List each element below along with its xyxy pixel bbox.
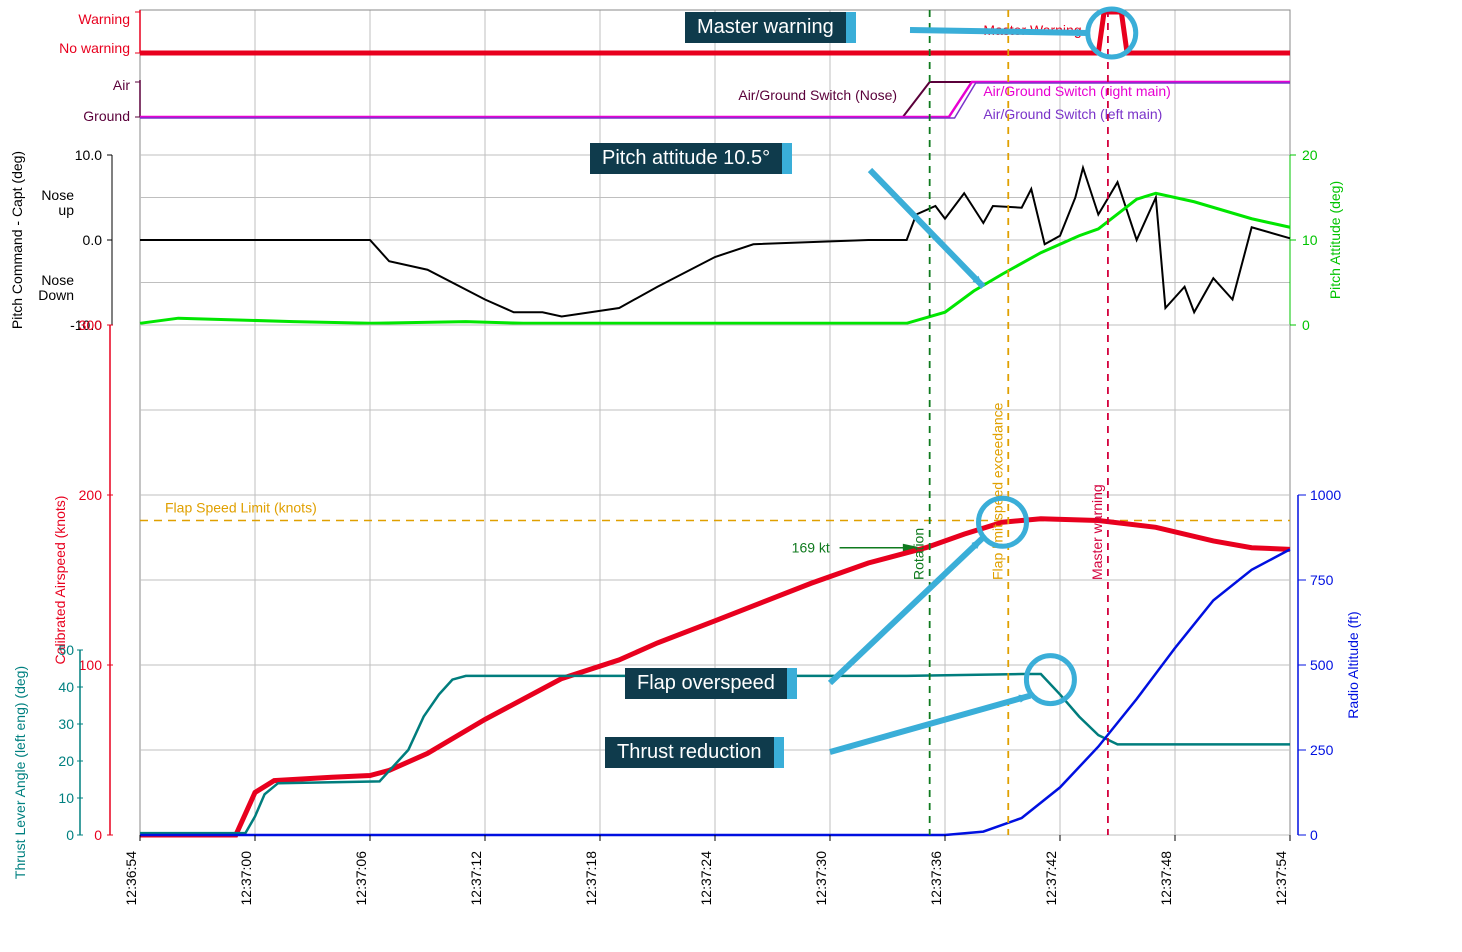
svg-text:12:36:54: 12:36:54 xyxy=(123,851,139,906)
annotation-text: Flap overspeed xyxy=(637,672,775,694)
svg-text:Master warning: Master warning xyxy=(1089,484,1105,580)
svg-text:up: up xyxy=(58,202,74,218)
svg-text:12:37:12: 12:37:12 xyxy=(468,851,484,906)
svg-text:12:37:00: 12:37:00 xyxy=(238,851,254,906)
svg-text:0: 0 xyxy=(1310,827,1318,843)
svg-text:Pitch Attitude (deg): Pitch Attitude (deg) xyxy=(1327,181,1343,299)
svg-text:12:37:30: 12:37:30 xyxy=(813,851,829,906)
svg-text:10.0: 10.0 xyxy=(75,147,102,163)
svg-text:No warning: No warning xyxy=(59,40,130,56)
svg-text:Nose: Nose xyxy=(41,272,74,288)
svg-text:12:37:06: 12:37:06 xyxy=(353,851,369,906)
annotation-text: Master warning xyxy=(697,16,834,38)
annotation-flap-overspeed: Flap overspeed xyxy=(625,668,797,699)
annotation-text: Pitch attitude 10.5° xyxy=(602,147,770,169)
svg-text:10: 10 xyxy=(1302,232,1318,248)
svg-text:Warning: Warning xyxy=(78,11,130,27)
svg-text:Flap Speed Limit (knots): Flap Speed Limit (knots) xyxy=(165,500,317,516)
svg-text:Rotation: Rotation xyxy=(911,528,927,580)
svg-text:Thrust Lever Angle (left eng): Thrust Lever Angle (left eng) (deg) xyxy=(12,666,28,879)
svg-text:50: 50 xyxy=(58,642,74,658)
annotation-text: Thrust reduction xyxy=(617,741,762,763)
svg-text:Ground: Ground xyxy=(83,108,130,124)
svg-text:Air/Ground Switch (right main): Air/Ground Switch (right main) xyxy=(983,83,1171,99)
svg-text:Pitch Command - Capt (deg): Pitch Command - Capt (deg) xyxy=(9,151,25,329)
svg-text:0: 0 xyxy=(1302,317,1310,333)
svg-text:20: 20 xyxy=(58,753,74,769)
svg-text:1000: 1000 xyxy=(1310,487,1341,503)
svg-text:169 kt: 169 kt xyxy=(792,540,830,556)
svg-text:12:37:36: 12:37:36 xyxy=(928,851,944,906)
svg-text:Air: Air xyxy=(113,77,130,93)
svg-text:12:37:18: 12:37:18 xyxy=(583,851,599,906)
svg-text:30: 30 xyxy=(58,716,74,732)
svg-text:Air/Ground Switch (left main): Air/Ground Switch (left main) xyxy=(983,106,1162,122)
svg-text:750: 750 xyxy=(1310,572,1334,588)
svg-text:0.0: 0.0 xyxy=(83,232,103,248)
svg-text:300: 300 xyxy=(79,317,103,333)
annotation-master-warning: Master warning xyxy=(685,12,856,43)
flight-data-chart: No warningWarningMaster WarningGroundAir… xyxy=(0,0,1462,952)
svg-text:20: 20 xyxy=(1302,147,1318,163)
svg-text:10: 10 xyxy=(58,790,74,806)
svg-text:12:37:24: 12:37:24 xyxy=(698,851,714,906)
svg-text:12:37:42: 12:37:42 xyxy=(1043,851,1059,906)
svg-text:12:37:54: 12:37:54 xyxy=(1273,851,1289,906)
svg-text:100: 100 xyxy=(79,657,103,673)
svg-text:0: 0 xyxy=(94,827,102,843)
svg-text:0: 0 xyxy=(66,827,74,843)
svg-text:40: 40 xyxy=(58,679,74,695)
svg-text:Nose: Nose xyxy=(41,187,74,203)
svg-text:Radio Altitude (ft): Radio Altitude (ft) xyxy=(1345,611,1361,718)
annotation-pitch-attitude: Pitch attitude 10.5° xyxy=(590,143,792,174)
svg-text:200: 200 xyxy=(79,487,103,503)
svg-text:Flap limit speed exceedance: Flap limit speed exceedance xyxy=(989,402,1005,580)
svg-text:250: 250 xyxy=(1310,742,1334,758)
svg-text:12:37:48: 12:37:48 xyxy=(1158,851,1174,906)
annotation-thrust-reduction: Thrust reduction xyxy=(605,737,784,768)
svg-text:Air/Ground Switch (Nose): Air/Ground Switch (Nose) xyxy=(738,87,897,103)
svg-text:Down: Down xyxy=(38,287,74,303)
svg-text:Calibrated Airspeed (knots): Calibrated Airspeed (knots) xyxy=(52,496,68,665)
svg-text:500: 500 xyxy=(1310,657,1334,673)
